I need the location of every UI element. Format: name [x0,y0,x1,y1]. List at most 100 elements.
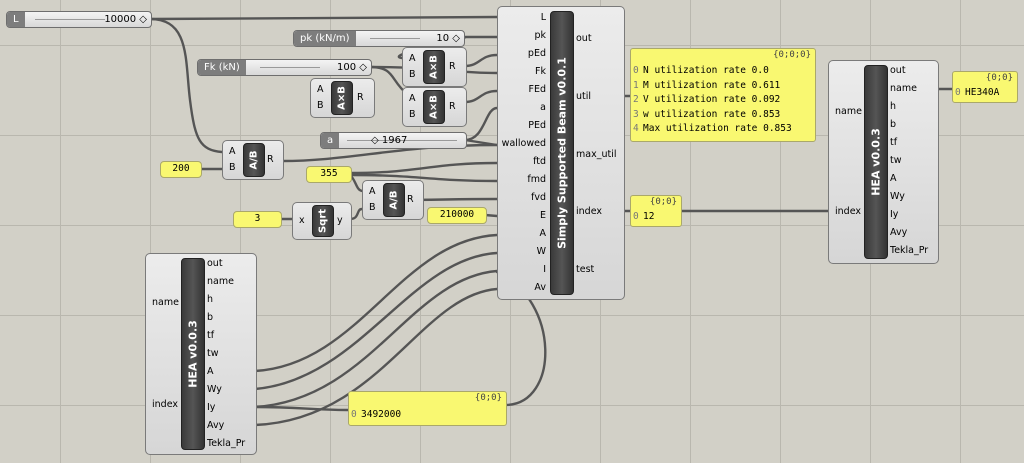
hea-output-port[interactable]: h [207,293,213,307]
beam-output-port[interactable]: index [576,205,602,219]
value-200[interactable]: 200 [160,161,202,178]
beam-input-port[interactable]: PEd [528,119,546,133]
slider-track[interactable] [370,38,420,39]
beam-input-port[interactable]: a [540,101,546,115]
input-index[interactable]: index [835,205,861,219]
hea-output-port[interactable]: Iy [207,401,215,415]
slider-Fk[interactable]: Fk (kN) 100 ◇ [197,59,372,76]
beam-input-port[interactable]: fvd [531,191,546,205]
component-core[interactable]: A×B [423,90,445,124]
input-a[interactable]: A [317,83,324,97]
hea-output-port[interactable]: b [207,311,213,325]
sqrt-component[interactable]: x Sqrt y [292,202,352,240]
hea-output-port[interactable]: out [890,64,906,78]
slider-track[interactable] [35,19,105,20]
hea-output-port[interactable]: Avy [207,419,224,433]
multiply-component-3[interactable]: A B A×B R [402,87,467,127]
divide-component-2[interactable]: A B A/B R [362,180,424,220]
component-core[interactable]: HEA v0.0.3 [864,65,888,259]
input-b[interactable]: B [317,99,324,113]
input-a[interactable]: A [369,185,376,199]
multiply-component-2[interactable]: A B A×B R [310,78,375,118]
beam-input-port[interactable]: ftd [533,155,546,169]
input-b[interactable]: B [369,201,376,215]
hea-output-port[interactable]: tf [207,329,214,343]
hea-output-port[interactable]: Wy [207,383,222,397]
beam-input-port[interactable]: Fk [535,65,546,79]
input-a[interactable]: A [229,145,236,159]
output-r[interactable]: R [449,100,456,114]
hea-output-port[interactable]: tw [890,154,902,168]
hea-output-port[interactable]: Tekla_Pr [207,437,245,451]
output-r[interactable]: R [449,60,456,74]
component-core[interactable]: A/B [243,143,265,177]
beam-output-port[interactable]: out [576,32,592,46]
beam-input-port[interactable]: wallowed [502,137,546,151]
output-r[interactable]: R [267,153,274,167]
component-core[interactable]: Sqrt [312,205,334,237]
value-355[interactable]: 355 [306,166,352,183]
utilization-panel[interactable]: {0;0;0} 0 N utilization rate 0.0 1 M utiliz… [630,48,816,142]
beam-input-port[interactable]: pk [534,29,546,43]
component-core[interactable]: A/B [383,183,405,217]
output-r[interactable]: R [407,193,414,207]
slider-track[interactable] [260,67,320,68]
hea-component-right[interactable]: name index HEA v0.0.3 out name h b tf tw A Wy Iy… [828,60,939,264]
beam-output-port[interactable]: util [576,90,591,104]
hea-output-port[interactable]: Wy [890,190,905,204]
beam-input-port[interactable]: Av [534,281,546,295]
input-a[interactable]: A [409,52,416,66]
slider-pk[interactable]: pk (kN/m) 10 ◇ [293,30,465,47]
input-b[interactable]: B [409,108,416,122]
beam-input-port[interactable]: W [537,245,546,259]
output-r[interactable]: R [357,91,364,105]
beam-input-port[interactable]: E [540,209,546,223]
hea-output-port[interactable]: name [207,275,234,289]
output-y[interactable]: y [337,214,343,228]
simply-supported-beam-component[interactable]: Lpk pEd Fk FEd a PEd wallowed ftd fmd fvd E A W I Av S… [497,6,625,300]
hea-output-port[interactable]: Iy [890,208,898,222]
input-index[interactable]: index [152,398,178,412]
input-a[interactable]: A [409,92,416,106]
beam-input-port[interactable]: FEd [529,83,547,97]
component-core[interactable]: A×B [423,50,445,84]
divide-component-1[interactable]: A B A/B R [222,140,284,180]
input-name[interactable]: name [835,105,862,119]
beam-input-port[interactable]: pEd [528,47,546,61]
hea-output-port[interactable]: b [890,118,896,132]
component-core[interactable]: HEA v0.0.3 [181,258,205,450]
beam-input-port[interactable]: I [543,263,546,277]
hea-output-port[interactable]: tf [890,136,897,150]
hea-output-port[interactable]: out [207,257,223,271]
hea-output-port[interactable]: A [207,365,214,379]
input-b[interactable]: B [229,161,236,175]
component-core[interactable]: A×B [331,81,353,115]
hea-output-port[interactable]: A [890,172,897,186]
panel-path: {0;0} [649,197,677,207]
slider-L[interactable]: L 10000 ◇ [6,11,152,28]
value-210000[interactable]: 210000 [427,207,487,224]
beam-input-port[interactable]: L [541,11,546,25]
beam-output-port[interactable]: test [576,263,594,277]
multiply-component-1[interactable]: A B A×B R [402,47,467,87]
slider-a[interactable]: a ◇ 1967 [320,132,467,149]
index-panel[interactable]: {0;0} 0 12 [630,195,682,227]
name-panel[interactable]: {0;0} 0 HE340A [952,71,1018,103]
hea-component-left[interactable]: name index HEA v0.0.3 out name h b tf tw A Wy Iy… [145,253,257,455]
hea-output-port[interactable]: h [890,100,896,114]
beam-input-port[interactable]: A [540,227,547,241]
value-3[interactable]: 3 [233,211,282,228]
hea-output-port[interactable]: Avy [890,226,907,240]
beam-input-port[interactable]: fmd [527,173,546,187]
hea-output-port[interactable]: tw [207,347,219,361]
input-b[interactable]: B [409,68,416,82]
iy-panel[interactable]: {0;0} 0 3492000 [348,391,507,426]
beam-output-port[interactable]: max_util [576,148,616,162]
row-text: 12 [643,211,655,222]
input-x[interactable]: x [299,214,305,228]
component-core[interactable]: Simply Supported Beam v0.0.1 [550,11,574,295]
input-name[interactable]: name [152,296,179,310]
hea-output-port[interactable]: Tekla_Pr [890,244,928,258]
hea-output-port[interactable]: name [890,82,917,96]
slider-value: 10 ◇ [436,33,460,44]
